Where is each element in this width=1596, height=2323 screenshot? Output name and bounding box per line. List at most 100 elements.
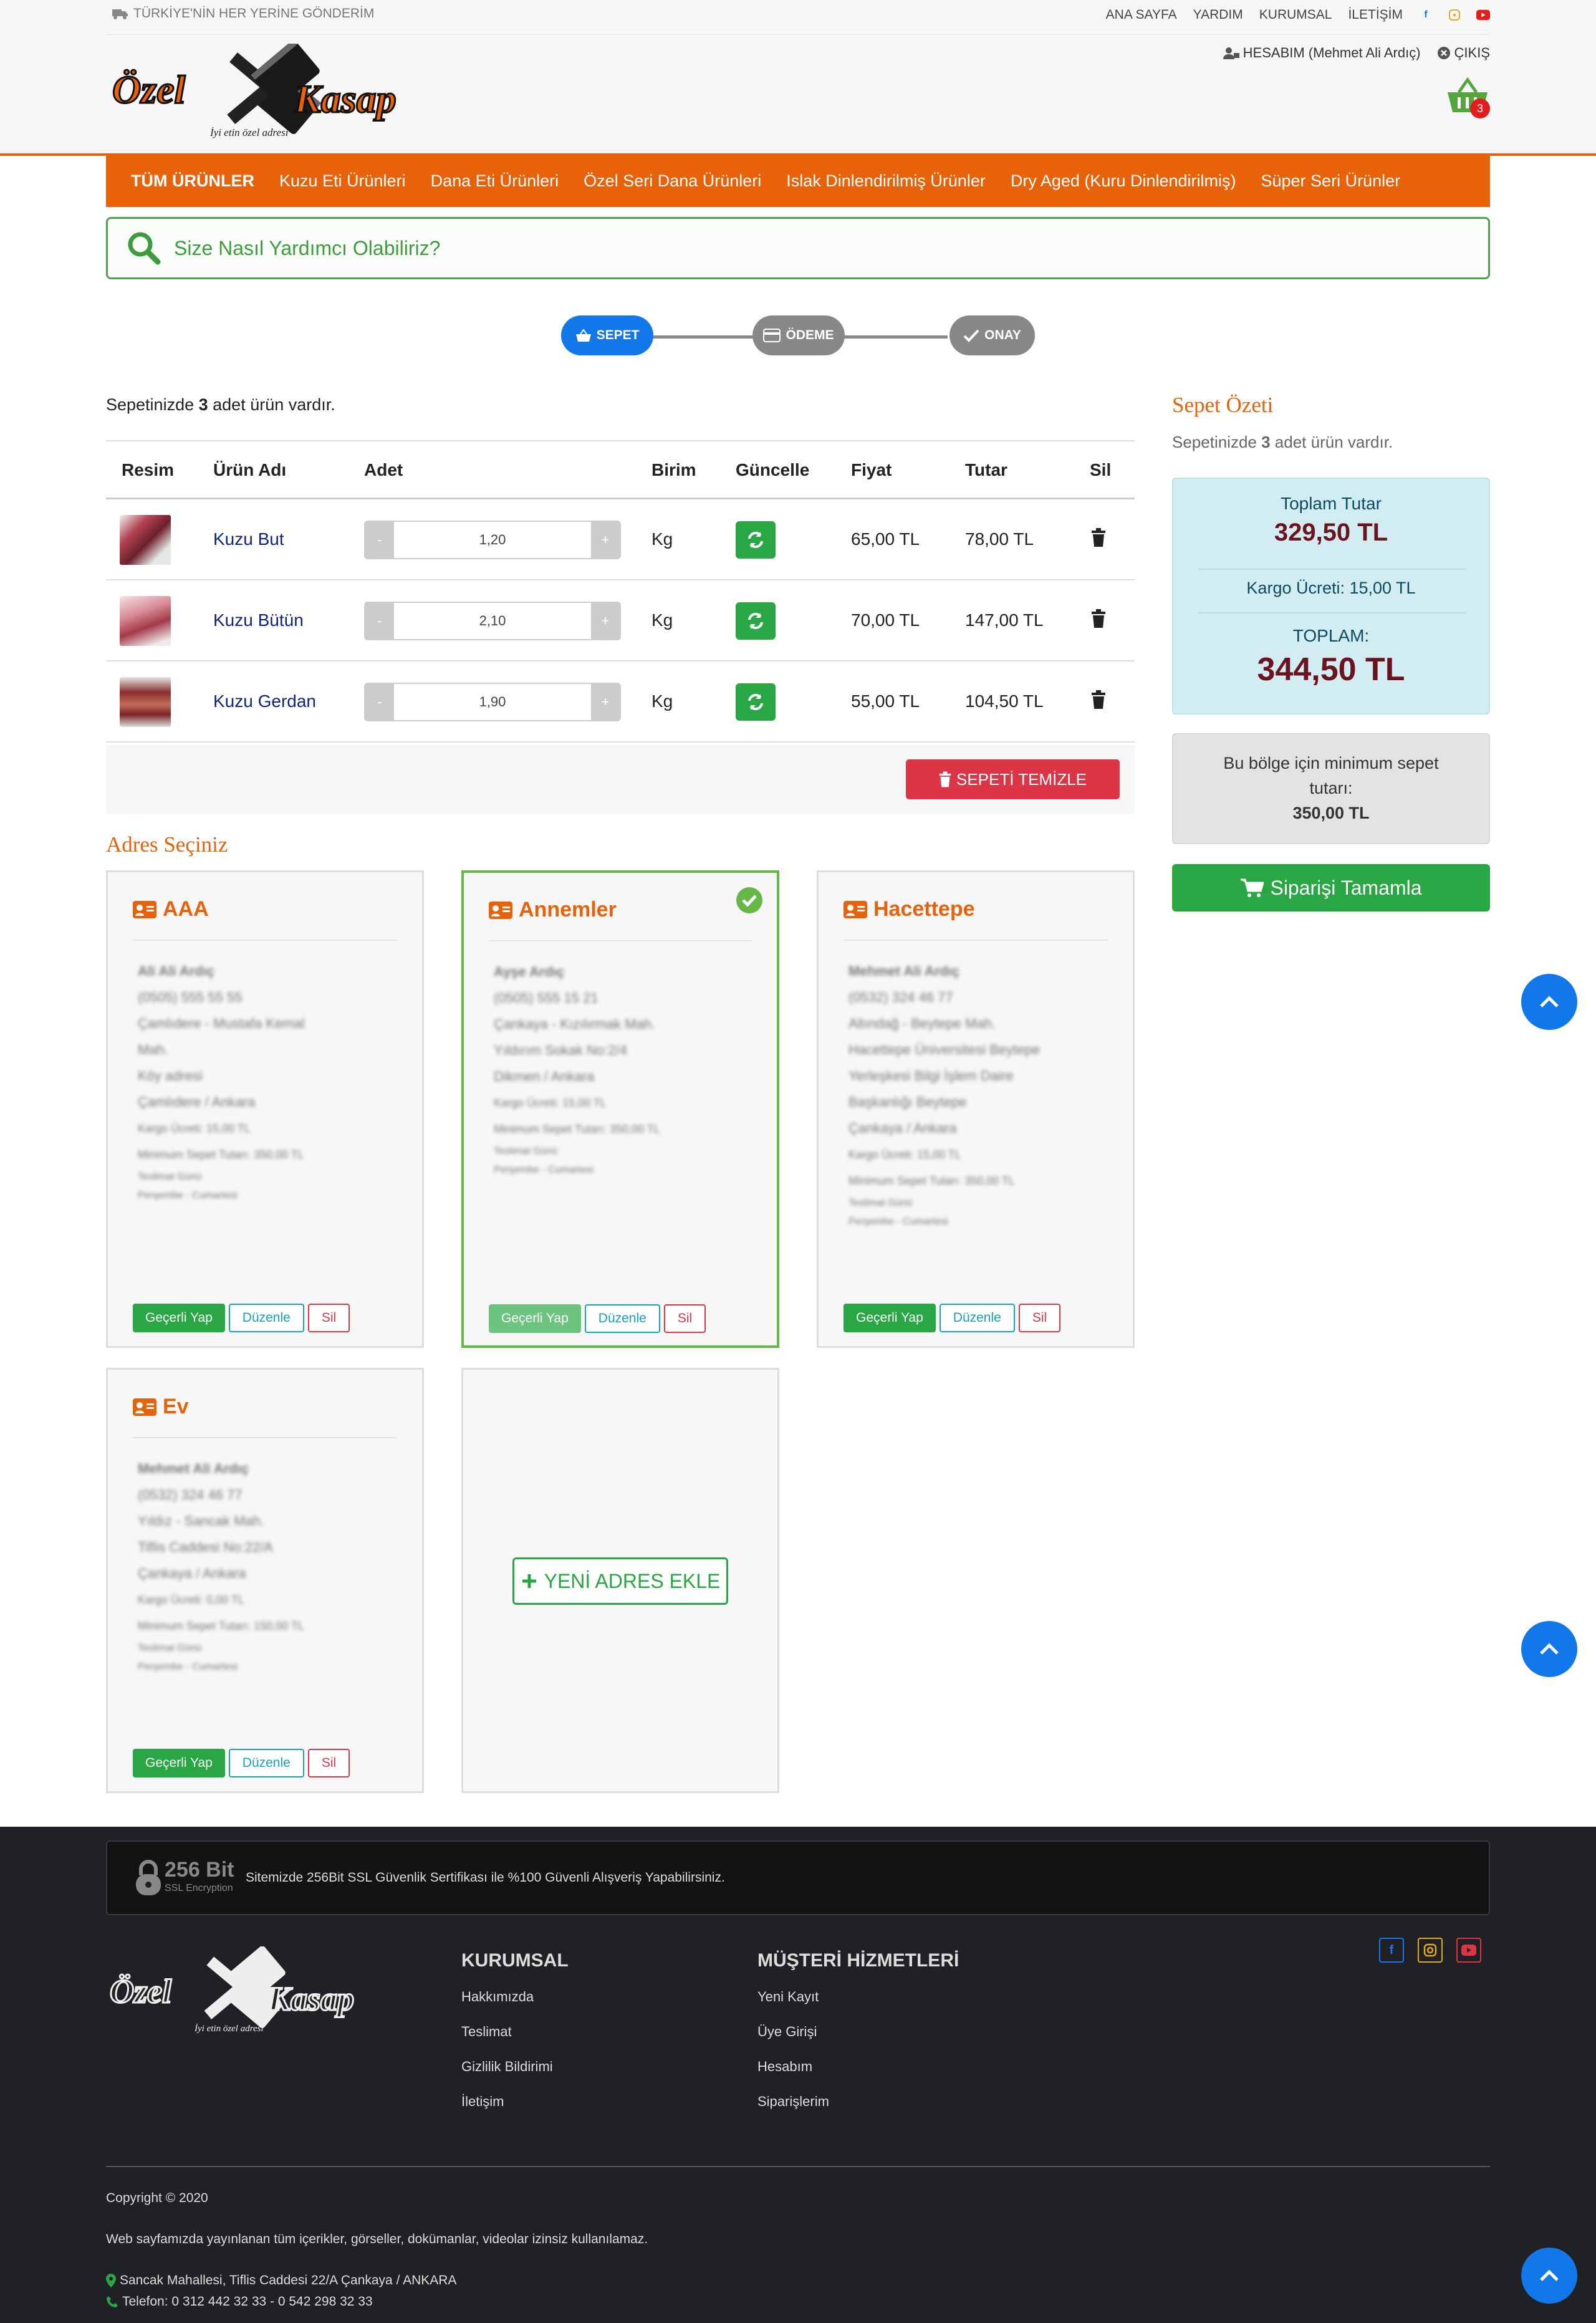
increase-button[interactable]: + (591, 603, 620, 639)
footer-link[interactable]: Hesabım (757, 2059, 812, 2075)
edit-address-button[interactable]: Düzenle (584, 1304, 660, 1333)
delete-address-button[interactable]: Sil (307, 1749, 350, 1777)
edit-address-button[interactable]: Düzenle (228, 1749, 304, 1777)
footer-link[interactable]: Teslimat (461, 2024, 512, 2040)
shopping-cart-icon (1241, 878, 1264, 897)
cart-table: Resim Ürün Adı Adet Birim Güncelle Fiyat… (106, 440, 1135, 743)
nav-dry-aged[interactable]: Dry Aged (Kuru Dinlendirilmiş) (998, 171, 1249, 191)
instagram-icon[interactable] (1418, 1938, 1443, 1963)
decrease-button[interactable]: - (365, 522, 394, 558)
nav-wet-aged[interactable]: Islak Dinlendirilmiş Ürünler (774, 171, 998, 191)
set-default-button[interactable]: Geçerli Yap (133, 1749, 225, 1777)
set-default-button[interactable]: Geçerli Yap (133, 1304, 225, 1332)
nav-super-series[interactable]: Süper Seri Ürünler (1249, 171, 1413, 191)
table-row: Kuzu But -1,20 + Kg 65,00 TL 78,00 TL (106, 499, 1135, 580)
checkout-steps: SEPET ÖDEME ONAY (561, 315, 1035, 358)
step-cart[interactable]: SEPET (561, 315, 653, 355)
product-image[interactable] (120, 677, 171, 727)
copyright: Copyright © 2020 (106, 2191, 208, 2205)
set-default-button[interactable]: Geçerli Yap (489, 1304, 581, 1333)
decrease-button[interactable]: - (365, 684, 394, 720)
trash-icon[interactable] (1091, 690, 1106, 709)
edit-address-button[interactable]: Düzenle (939, 1304, 1015, 1332)
product-name[interactable]: Kuzu Gerdan (213, 691, 316, 711)
set-default-button[interactable]: Geçerli Yap (844, 1304, 936, 1332)
address-title: Annemler (519, 898, 617, 921)
facebook-icon[interactable]: f (1379, 1938, 1404, 1963)
address-card-icon (133, 1398, 156, 1416)
product-name[interactable]: Kuzu Bütün (213, 610, 304, 630)
footer-link[interactable]: İletişim (461, 2094, 504, 2110)
footer-service-title: MÜŞTERİ HİZMETLERİ (757, 1950, 959, 1971)
update-button[interactable] (736, 521, 776, 559)
footer-link[interactable]: Hakkımızda (461, 1989, 534, 2005)
ssl-banner: 256 Bit SSL Encryption Sitemizde 256Bit … (106, 1840, 1490, 1915)
truck-icon (112, 9, 128, 19)
youtube-icon[interactable] (1476, 8, 1490, 22)
nav-beef[interactable]: Dana Eti Ürünleri (418, 171, 572, 191)
quantity-stepper[interactable]: -1,90 + (364, 683, 621, 721)
address-card-selected[interactable]: Annemler Ayşe Ardıç (0505) 555 15 21 Çan… (461, 870, 779, 1348)
update-button[interactable] (736, 683, 776, 721)
footer-link[interactable]: Siparişlerim (757, 2094, 829, 2110)
quantity-value[interactable]: 1,90 (394, 684, 591, 720)
delete-address-button[interactable]: Sil (663, 1304, 706, 1333)
product-name[interactable]: Kuzu But (213, 529, 284, 549)
product-image[interactable] (120, 515, 171, 565)
nav-lamb[interactable]: Kuzu Eti Ürünleri (267, 171, 418, 191)
nav-special-beef[interactable]: Özel Seri Dana Ürünleri (571, 171, 774, 191)
footer-logo[interactable]: Özel Kasap İyi etin özel adresi (107, 1946, 382, 2040)
quantity-stepper[interactable]: -2,10 + (364, 602, 621, 640)
increase-button[interactable]: + (591, 684, 620, 720)
product-image[interactable] (120, 596, 171, 646)
link-help[interactable]: YARDIM (1193, 7, 1243, 22)
delete-address-button[interactable]: Sil (1018, 1304, 1061, 1332)
scroll-top-button[interactable] (1521, 1621, 1577, 1677)
lock-icon (136, 1860, 161, 1895)
clear-cart-button[interactable]: SEPETİ TEMİZLE (906, 759, 1120, 799)
youtube-icon[interactable] (1456, 1938, 1481, 1963)
complete-order-button[interactable]: Siparişi Tamamla (1172, 864, 1490, 911)
account-link[interactable]: HESABIM (Mehmet Ali Ardıç) (1223, 45, 1421, 61)
scroll-top-button[interactable] (1521, 974, 1577, 1030)
step-payment[interactable]: ÖDEME (752, 315, 845, 355)
nav-all-products[interactable]: TÜM ÜRÜNLER (118, 171, 267, 191)
instagram-icon[interactable]: ● (1449, 9, 1460, 21)
trash-icon[interactable] (1091, 609, 1106, 628)
address-card[interactable]: Ev Mehmet Ali Ardıç (0532) 324 46 77 Yıl… (106, 1368, 424, 1793)
site-logo[interactable]: Özel Kasap İyi etin özel adresi (107, 44, 431, 143)
facebook-icon[interactable]: f (1419, 8, 1433, 22)
add-address-button[interactable]: YENİ ADRES EKLE (512, 1557, 728, 1605)
update-button[interactable] (736, 602, 776, 640)
decrease-button[interactable]: - (365, 603, 394, 639)
total-value: 329,50 TL (1274, 519, 1388, 546)
increase-button[interactable]: + (591, 522, 620, 558)
quantity-stepper[interactable]: -1,20 + (364, 521, 621, 559)
address-card[interactable]: AAA Ali Ali Ardıç (0505) 555 55 55 Çamlı… (106, 870, 424, 1348)
basket-icon (575, 329, 591, 342)
quantity-value[interactable]: 2,10 (394, 603, 591, 639)
ssl-badge: 256 Bit (165, 1858, 234, 1882)
table-header: Resim Ürün Adı Adet Birim Güncelle Fiyat… (106, 440, 1135, 499)
minimum-cart-notice: Bu bölge için minimum sepet tutarı: 350,… (1172, 733, 1490, 844)
step-confirm[interactable]: ONAY (949, 315, 1035, 355)
search-bar[interactable]: Size Nasıl Yardımcı Olabiliriz? (106, 217, 1490, 279)
link-corporate[interactable]: KURUMSAL (1259, 7, 1332, 22)
footer-link[interactable]: Yeni Kayıt (757, 1989, 819, 2005)
quantity-value[interactable]: 1,20 (394, 522, 591, 558)
trash-icon[interactable] (1091, 528, 1106, 547)
edit-address-button[interactable]: Düzenle (228, 1304, 304, 1332)
scroll-top-button[interactable] (1521, 2248, 1577, 2304)
address-card-icon (133, 900, 156, 918)
footer-link[interactable]: Üye Girişi (757, 2024, 817, 2040)
unit-price: 55,00 TL (851, 691, 920, 711)
address-card[interactable]: Hacettepe Mehmet Ali Ardıç (0532) 324 46… (817, 870, 1135, 1348)
refresh-icon (748, 693, 763, 711)
delete-address-button[interactable]: Sil (307, 1304, 350, 1332)
link-home[interactable]: ANA SAYFA (1106, 7, 1177, 22)
link-contact[interactable]: İLETİŞİM (1348, 7, 1403, 22)
footer-link[interactable]: Gizlilik Bildirimi (461, 2059, 553, 2075)
logo-tagline: İyi etin özel adresi (194, 2024, 264, 2034)
shipping-fee: Kargo Ücreti: 15,00 TL (1246, 579, 1416, 597)
logout-link[interactable]: ÇIKIŞ (1437, 45, 1490, 61)
